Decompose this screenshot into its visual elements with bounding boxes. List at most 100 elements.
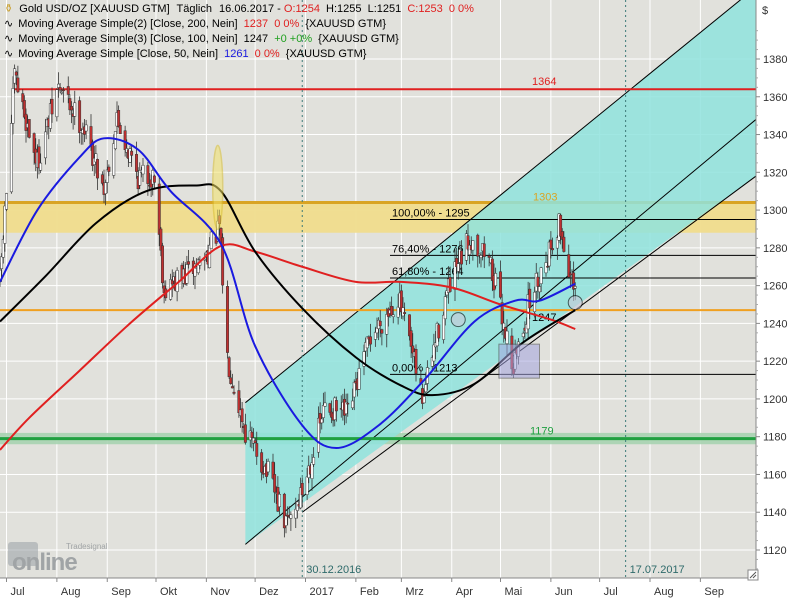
highlight-box — [498, 343, 540, 379]
candle-up — [396, 306, 400, 318]
candle-down — [70, 105, 73, 111]
candle-down — [232, 391, 236, 394]
candle-down — [255, 443, 259, 457]
candle-up — [401, 307, 405, 317]
candle-up — [13, 68, 17, 84]
x-tick-label: 2017 — [310, 586, 334, 598]
x-tick-label: Dez — [259, 586, 279, 598]
candle-down — [157, 183, 161, 235]
ma-icon: ∿ — [4, 33, 13, 45]
watermark-brand: online — [12, 549, 77, 576]
candle-down — [227, 357, 231, 378]
y-tick-label: 1220 — [763, 356, 787, 368]
level-label-1364: 1364 — [532, 76, 556, 88]
candle-up — [351, 400, 355, 409]
candle-up — [432, 344, 436, 362]
candle-up — [284, 515, 288, 526]
ma-icon: ∿ — [4, 48, 13, 60]
x-tick-label: Sep — [704, 586, 724, 598]
candle-down — [123, 130, 127, 151]
candle-up — [357, 368, 361, 390]
candle-down — [14, 71, 18, 76]
candle-up — [424, 384, 428, 393]
y-tick-label: 1380 — [763, 54, 787, 66]
resize-grip-icon[interactable] — [747, 569, 759, 581]
highlight-circle — [450, 312, 466, 328]
candle-up — [443, 296, 447, 320]
x-tick-label: Okt — [160, 586, 177, 598]
currency-symbol: $ — [762, 5, 768, 17]
ohlc-change: 0 0% — [449, 3, 474, 15]
date-marker-label: 17.07.2017 — [630, 564, 685, 576]
ma-icon: ∿ — [4, 18, 13, 30]
candle-down — [117, 110, 121, 127]
candle-down — [250, 431, 254, 438]
candle-down — [551, 248, 554, 251]
candle-up — [373, 331, 377, 340]
candle-up — [352, 381, 356, 398]
candle-down — [50, 98, 54, 115]
candle-down — [414, 349, 418, 374]
candle-down — [273, 474, 277, 493]
candle-down — [380, 329, 384, 334]
highlight-circle — [567, 295, 583, 311]
candle-down — [390, 305, 394, 316]
candle-down — [16, 77, 20, 93]
x-tick-label: Jul — [604, 586, 618, 598]
y-tick-label: 1320 — [763, 167, 787, 179]
interval-label: Täglich — [177, 3, 212, 15]
candle-up — [521, 332, 525, 338]
x-tick-label: Nov — [210, 586, 230, 598]
y-tick-label: 1280 — [763, 243, 787, 255]
candle-down — [146, 165, 150, 184]
legend-ma100: ∿ Moving Average Simple(3) [Close, 100, … — [4, 33, 399, 45]
candle-down — [546, 266, 550, 268]
candle-down — [24, 113, 28, 131]
candle-down — [476, 234, 480, 257]
candle-down — [27, 119, 31, 138]
ohlc-high: H:1255 — [326, 3, 361, 15]
y-tick-label: 1240 — [763, 318, 787, 330]
price-axis[interactable]: $ 1120 1140 1160 1180 1200 1220 1240 1260 1280 13… — [755, 0, 800, 600]
candle-up — [55, 89, 59, 118]
candle-up — [39, 162, 43, 171]
candle-up — [113, 131, 117, 150]
candle-down — [243, 424, 247, 443]
candle-down — [437, 324, 441, 339]
candle-up — [9, 123, 13, 193]
ohlc-close: C:1253 — [407, 3, 442, 15]
time-axis[interactable]: Jul Aug Sep Okt Nov Dez 2017 Feb Mrz Apr Mai Jun Jul… — [0, 577, 800, 600]
legend-ma50: ∿ Moving Average Simple [Close, 50, Nein… — [4, 48, 367, 60]
candle-down — [300, 482, 304, 496]
y-tick-label: 1120 — [763, 545, 787, 557]
y-tick-label: 1180 — [763, 432, 787, 444]
x-tick-label: Aug — [654, 586, 674, 598]
candle-down — [100, 174, 104, 184]
candle-up — [320, 418, 324, 424]
candle-up — [0, 256, 4, 269]
y-tick-label: 1340 — [763, 130, 787, 142]
candle-up — [209, 231, 213, 249]
y-tick-label: 1160 — [763, 469, 787, 481]
candle-down — [61, 89, 65, 92]
candle-down — [403, 312, 407, 315]
watermark-sub: Tradesignal — [66, 542, 108, 551]
candle-down — [226, 286, 229, 353]
y-tick-label: 1140 — [763, 507, 787, 519]
candle-up — [391, 314, 395, 317]
legend-ma200: ∿ Moving Average Simple(2) [Close, 200, … — [4, 18, 386, 30]
candle-down — [260, 452, 264, 473]
candle-down — [107, 166, 111, 172]
candle-down — [334, 400, 338, 412]
candle-up — [544, 262, 548, 274]
candle-up — [5, 193, 8, 210]
candle-up — [422, 396, 426, 404]
x-tick-label: Jun — [555, 586, 573, 598]
candle-up — [321, 404, 325, 418]
candle-down — [230, 386, 234, 389]
candle-down — [346, 402, 350, 405]
candle-down — [237, 390, 241, 414]
candle-down — [130, 150, 134, 156]
candle-up — [278, 494, 281, 508]
y-tick-label: 1200 — [763, 394, 787, 406]
